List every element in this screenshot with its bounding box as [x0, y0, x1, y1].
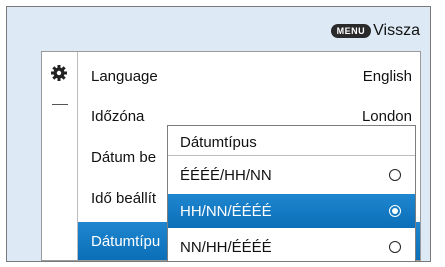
category-column [42, 52, 78, 260]
gear-icon[interactable] [51, 65, 67, 81]
popup-divider [168, 155, 415, 156]
setting-value: London [361, 107, 412, 125]
screen: MENU Vissza Language English Időzóna Lon… [6, 6, 431, 262]
radio-selected-icon[interactable] [389, 205, 401, 217]
setting-label: Időzóna [91, 107, 145, 125]
radio-icon[interactable] [389, 241, 401, 253]
menu-badge: MENU [330, 24, 372, 38]
option-label: NN/HH/ÉÉÉÉ [180, 238, 272, 256]
setting-value: English [362, 67, 412, 85]
option-label: ÉÉÉÉ/HH/NN [180, 166, 272, 184]
setting-label: Language [91, 67, 158, 85]
setting-label: Dátum be [91, 148, 157, 166]
setting-label: Dátumtípu [91, 232, 161, 250]
date-option-yyyy-mm-dd[interactable]: ÉÉÉÉ/HH/NN [168, 158, 415, 192]
option-label: HH/NN/ÉÉÉÉ [180, 202, 272, 220]
back-control[interactable]: MENU Vissza [330, 22, 420, 40]
popup-title: Dátumtípus [180, 134, 257, 151]
radio-icon[interactable] [389, 169, 401, 181]
date-type-popup: Dátumtípus ÉÉÉÉ/HH/NN HH/NN/ÉÉÉÉ NN/HH/É… [167, 125, 416, 261]
date-option-dd-mm-yyyy[interactable]: NN/HH/ÉÉÉÉ [168, 230, 415, 261]
setting-row-language[interactable]: Language English [78, 57, 420, 95]
back-label[interactable]: Vissza [373, 22, 420, 40]
setting-label: Idő beállít [91, 189, 157, 207]
category-divider [52, 104, 68, 105]
date-option-mm-dd-yyyy[interactable]: HH/NN/ÉÉÉÉ [168, 194, 415, 228]
